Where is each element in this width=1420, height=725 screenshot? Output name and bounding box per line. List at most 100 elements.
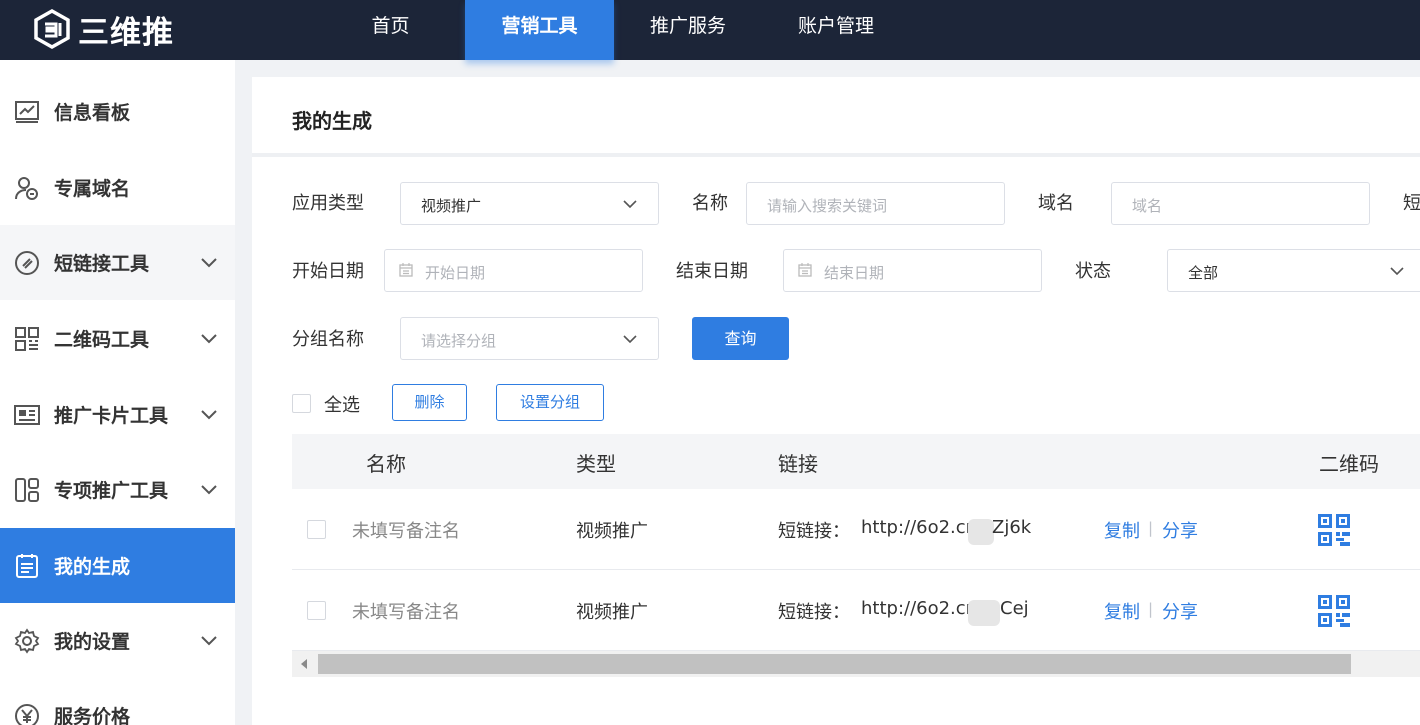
main-card: 我的生成 应用类型 视频推广 名称 请输入搜索关键词 域名 域名 短 开始日期 … xyxy=(252,77,1420,725)
sidebar-item-my-settings[interactable]: 我的设置 xyxy=(0,603,235,678)
chevron-down-icon xyxy=(1390,267,1404,276)
copy-link[interactable]: 复制 xyxy=(1104,517,1140,543)
short-link-label: 短链接： xyxy=(778,521,850,542)
chevron-down-icon xyxy=(201,257,217,267)
short-link-prefix[interactable]: http://6o2.cn/ xyxy=(861,517,983,538)
row-checkbox[interactable] xyxy=(307,601,326,620)
table-row: 未填写备注名 视频推广 短链接： http://6o2.cn/ Zj6k 复制 … xyxy=(292,490,1420,570)
sidebar-item-custom-domain[interactable]: 专属域名 xyxy=(0,150,235,225)
sidebar-item-my-generated[interactable]: 我的生成 xyxy=(0,528,235,603)
copy-link[interactable]: 复制 xyxy=(1104,598,1140,624)
start-date-placeholder: 开始日期 xyxy=(425,264,486,282)
chevron-down-icon xyxy=(201,635,217,645)
chevron-down-icon xyxy=(201,409,217,419)
redacted-mask xyxy=(968,600,1000,626)
sidebar: 信息看板 专属域名 短链接工具 二维码工具 推广卡片工具 专项推广工具 我的生成… xyxy=(0,60,235,725)
chart-board-icon xyxy=(15,100,39,123)
qrcode-icon xyxy=(15,326,39,351)
gear-icon xyxy=(14,627,40,654)
sidebar-item-label: 推广卡片工具 xyxy=(54,405,169,427)
page-title: 我的生成 xyxy=(292,109,372,133)
domain-label: 域名 xyxy=(1038,193,1074,214)
topnav-home[interactable]: 首页 xyxy=(316,0,465,60)
name-label: 名称 xyxy=(692,193,728,214)
column-header-name: 名称 xyxy=(366,452,406,476)
start-date-label: 开始日期 xyxy=(292,261,364,282)
end-date-label: 结束日期 xyxy=(676,261,748,282)
topnav-marketing-tools[interactable]: 营销工具 xyxy=(465,0,614,60)
app-type-select[interactable]: 视频推广 xyxy=(400,182,659,225)
topnav-account[interactable]: 账户管理 xyxy=(762,0,910,60)
domain-placeholder: 域名 xyxy=(1132,197,1163,215)
horizontal-scrollbar[interactable] xyxy=(292,651,1420,677)
row-type: 视频推广 xyxy=(576,521,648,542)
row-name: 未填写备注名 xyxy=(352,602,460,623)
group-select[interactable]: 请选择分组 xyxy=(400,317,659,360)
sidebar-item-label: 短链接工具 xyxy=(54,253,150,275)
table-header: 名称 类型 链接 二维码 xyxy=(292,434,1420,489)
app-type-value: 视频推广 xyxy=(421,197,482,215)
short-link-prefix[interactable]: http://6o2.cn/ xyxy=(861,598,983,619)
card-header: 我的生成 xyxy=(252,77,1420,157)
scrollbar-thumb[interactable] xyxy=(318,654,1351,674)
column-header-qrcode: 二维码 xyxy=(1319,452,1379,476)
status-label: 状态 xyxy=(1075,261,1111,282)
link-clip-icon xyxy=(15,250,39,275)
row-type: 视频推广 xyxy=(576,602,648,623)
group-placeholder: 请选择分组 xyxy=(421,332,497,350)
sidebar-item-special-promo-tools[interactable]: 专项推广工具 xyxy=(0,452,235,527)
status-select[interactable]: 全部 xyxy=(1167,249,1420,292)
sidebar-item-short-link-tools[interactable]: 短链接工具 xyxy=(0,225,235,300)
sidebar-item-label: 我的设置 xyxy=(54,631,131,653)
sidebar-item-qrcode-tools[interactable]: 二维码工具 xyxy=(0,301,235,376)
delete-button[interactable]: 删除 xyxy=(392,384,467,421)
app-type-label: 应用类型 xyxy=(292,193,364,214)
user-link-icon xyxy=(15,176,38,200)
top-navbar: 三维推 首页 营销工具 推广服务 账户管理 xyxy=(0,0,1420,60)
redacted-mask xyxy=(968,519,994,545)
scroll-left-arrow-icon[interactable] xyxy=(301,659,307,669)
sidebar-item-label: 专项推广工具 xyxy=(54,480,169,502)
short-link-suffix[interactable]: Zj6k xyxy=(992,517,1031,538)
row-name: 未填写备注名 xyxy=(352,521,460,542)
short-link-suffix[interactable]: Cej xyxy=(1000,598,1029,619)
sidebar-item-pricing[interactable]: 服务价格 xyxy=(0,678,235,725)
short-link-label: 短链接： xyxy=(778,602,850,623)
top-nav: 首页 营销工具 推广服务 账户管理 xyxy=(316,0,910,60)
end-date-placeholder: 结束日期 xyxy=(824,264,885,282)
divider: | xyxy=(1148,600,1154,618)
chevron-down-icon xyxy=(623,200,637,209)
end-date-picker[interactable]: 结束日期 xyxy=(783,249,1042,292)
sidebar-item-label: 服务价格 xyxy=(54,706,131,725)
qrcode-icon[interactable] xyxy=(1318,595,1350,627)
row-checkbox[interactable] xyxy=(307,520,326,539)
start-date-picker[interactable]: 开始日期 xyxy=(384,249,643,292)
share-link[interactable]: 分享 xyxy=(1162,598,1198,624)
set-group-button[interactable]: 设置分组 xyxy=(496,384,604,421)
calendar-icon xyxy=(798,263,812,277)
status-value: 全部 xyxy=(1188,264,1219,282)
sidebar-item-dashboard[interactable]: 信息看板 xyxy=(0,74,235,149)
select-all-checkbox[interactable] xyxy=(292,394,311,413)
sidebar-item-label: 信息看板 xyxy=(54,102,131,124)
table-row: 未填写备注名 视频推广 短链接： http://6o2.cn/ Cej 复制 |… xyxy=(292,571,1420,651)
chevron-down-icon xyxy=(201,333,217,343)
chevron-down-icon xyxy=(201,484,217,494)
logo-cube-icon xyxy=(34,9,70,49)
name-search-input[interactable]: 请输入搜索关键词 xyxy=(746,182,1005,225)
sidebar-item-label: 专属域名 xyxy=(54,178,131,200)
app-logo[interactable]: 三维推 xyxy=(32,6,174,52)
list-doc-icon xyxy=(16,553,38,578)
qrcode-icon[interactable] xyxy=(1318,514,1350,546)
topnav-promo-services[interactable]: 推广服务 xyxy=(614,0,762,60)
share-link[interactable]: 分享 xyxy=(1162,517,1198,543)
query-button[interactable]: 查询 xyxy=(692,317,789,360)
select-all-label[interactable]: 全选 xyxy=(324,391,360,417)
yen-icon xyxy=(15,703,39,725)
sidebar-item-card-tools[interactable]: 推广卡片工具 xyxy=(0,377,235,452)
domain-input[interactable]: 域名 xyxy=(1111,182,1370,225)
card-icon xyxy=(14,404,40,425)
short-link-label: 短 xyxy=(1403,193,1420,214)
app-name: 三维推 xyxy=(78,14,174,51)
chevron-down-icon xyxy=(623,335,637,344)
